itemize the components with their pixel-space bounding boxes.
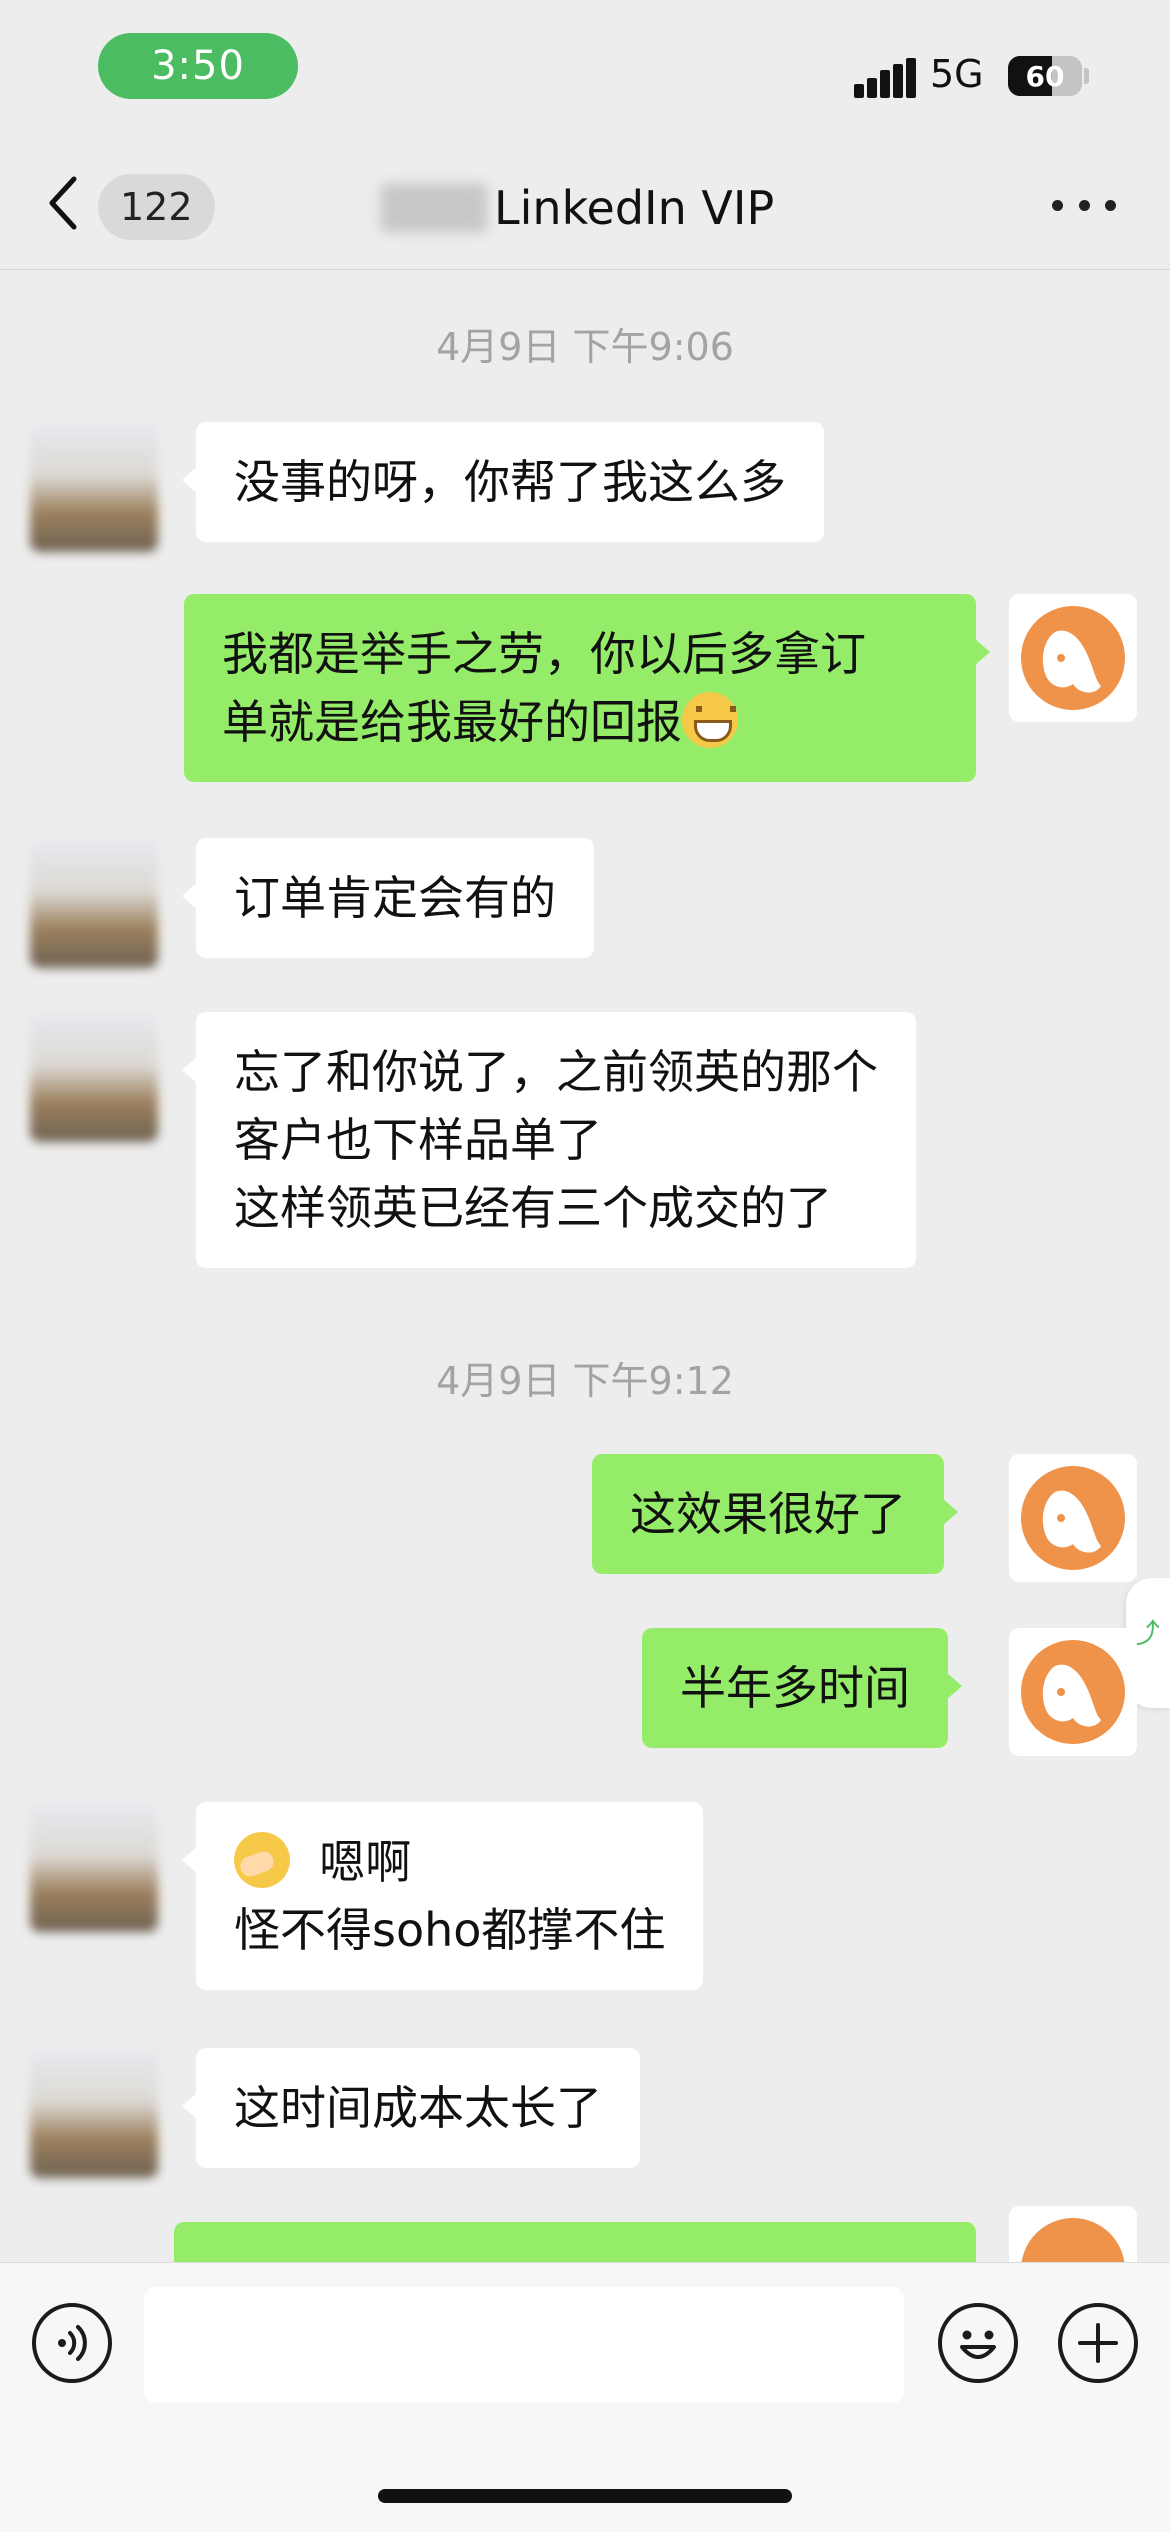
battery-cap: [1084, 68, 1089, 84]
message-line: 这效果很好了: [630, 1487, 906, 1541]
chat-header: 122 LinkedIn VIP: [0, 130, 1170, 270]
chat-title-text: LinkedIn VIP: [494, 181, 775, 235]
contact-avatar[interactable]: [30, 840, 158, 968]
message-list[interactable]: 4月9日 下午9:06 没事的呀，你帮了我这么多 我都是举手之劳，你以后多拿订 …: [0, 270, 1170, 2262]
timestamp: 4月9日 下午9:12: [436, 1359, 734, 1403]
user-avatar[interactable]: [1009, 1454, 1137, 1582]
status-time: 3:50: [98, 33, 298, 99]
message-input[interactable]: [144, 2287, 904, 2403]
sent-message[interactable]: 这效果很好了: [592, 1454, 958, 1574]
input-bar: [0, 2262, 1170, 2532]
message-line: 嗯啊: [319, 1835, 412, 1889]
grin-emoji: [682, 692, 738, 748]
chevron-left-icon[interactable]: [44, 175, 84, 231]
user-avatar[interactable]: [1009, 1628, 1137, 1756]
user-avatar[interactable]: [1009, 594, 1137, 722]
received-message[interactable]: 没事的呀，你帮了我这么多: [182, 422, 824, 542]
timestamp: 4月9日 下午9:06: [436, 325, 734, 369]
message-line: 这样领英已经有三个成交的了: [234, 1181, 832, 1235]
sent-message-partial[interactable]: [174, 2222, 976, 2262]
contact-avatar[interactable]: [30, 424, 158, 552]
message-line: 半年多时间: [680, 1661, 910, 1715]
message-line: 单就是给我最好的回报: [222, 695, 682, 749]
battery-percent: 60: [1025, 59, 1065, 93]
sent-message[interactable]: 半年多时间: [642, 1628, 962, 1748]
battery-icon: 60: [1008, 56, 1082, 96]
chat-title: LinkedIn VIP: [380, 178, 774, 238]
message-line: 怪不得soho都撑不住: [234, 1903, 666, 1957]
received-message[interactable]: 这时间成本太长了: [182, 2048, 640, 2168]
received-message[interactable]: 嗯啊 怪不得soho都撑不住: [181, 1802, 704, 1990]
signal-icon: [854, 58, 916, 98]
received-message[interactable]: 忘了和你说了，之前领英的那个 客户也下样品单了 这样领英已经有三个成交的了: [182, 1012, 916, 1268]
voice-icon[interactable]: [32, 2303, 112, 2383]
network-label: 5G: [930, 52, 984, 96]
message-line: 客户也下样品单了: [234, 1113, 602, 1167]
home-indicator[interactable]: [378, 2489, 792, 2503]
message-line: 我都是举手之劳，你以后多拿订: [222, 627, 866, 681]
more-dots-icon[interactable]: [1052, 190, 1116, 220]
message-line: 忘了和你说了，之前领英的那个: [234, 1045, 878, 1099]
user-avatar[interactable]: [1009, 2206, 1137, 2262]
unread-count-badge[interactable]: 122: [98, 174, 215, 240]
plus-icon[interactable]: [1058, 2303, 1138, 2383]
contact-avatar[interactable]: [30, 1014, 158, 1142]
message-line: 这时间成本太长了: [234, 2081, 602, 2135]
dog-logo-icon: [1021, 1640, 1125, 1744]
contact-avatar[interactable]: [30, 1804, 158, 1932]
message-line: 订单肯定会有的: [234, 871, 556, 925]
status-bar: 3:50 5G 60: [0, 0, 1170, 130]
dog-logo-icon: [1021, 1466, 1125, 1570]
sent-message[interactable]: 我都是举手之劳，你以后多拿订 单就是给我最好的回报: [184, 594, 990, 782]
blurred-contact-name: [380, 183, 488, 233]
message-line: 没事的呀，你帮了我这么多: [234, 455, 786, 509]
facepalm-emoji: [234, 1832, 290, 1888]
received-message[interactable]: 订单肯定会有的: [182, 838, 594, 958]
contact-avatar[interactable]: [30, 2050, 158, 2178]
dog-logo-icon: [1021, 2218, 1125, 2262]
smiley-icon[interactable]: [938, 2303, 1018, 2383]
dog-logo-icon: [1021, 606, 1125, 710]
